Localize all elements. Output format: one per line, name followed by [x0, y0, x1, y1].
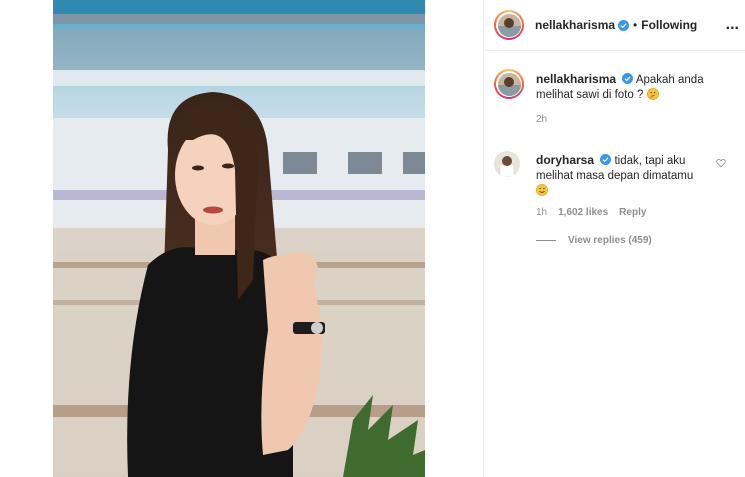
author-avatar[interactable]: [494, 10, 524, 40]
caption-author-avatar[interactable]: [494, 69, 524, 99]
avatar-image: [494, 151, 520, 177]
heart-icon[interactable]: [716, 158, 726, 168]
reply-button[interactable]: Reply: [619, 207, 646, 218]
commenter-avatar[interactable]: [494, 151, 520, 177]
verified-badge-icon: [622, 73, 634, 84]
comment-meta: 1h 1,602 likes Reply: [536, 207, 646, 218]
author-username[interactable]: nellakharisma: [535, 18, 615, 32]
post-side-panel: nellakharisma • Following ... nellakhari…: [484, 0, 745, 477]
post-photo[interactable]: [53, 0, 425, 477]
separator-dot: •: [633, 18, 638, 32]
comment-timestamp[interactable]: 1h: [536, 207, 547, 218]
avatar-image: [497, 13, 521, 37]
commenter-username[interactable]: doryharsa: [536, 153, 594, 167]
verified-badge-icon: [618, 19, 630, 31]
avatar-image: [497, 72, 521, 96]
following-button[interactable]: Following: [641, 18, 697, 32]
view-replies[interactable]: View replies (459): [536, 235, 652, 246]
smiling-face-emoji: [536, 184, 548, 196]
caption-timestamp[interactable]: 2h: [536, 114, 547, 125]
caption-author-username[interactable]: nellakharisma: [536, 72, 616, 86]
verified-badge-icon: [600, 154, 612, 165]
comment-likes[interactable]: 1,602 likes: [558, 207, 608, 218]
post-photo-image: [53, 0, 425, 477]
post-header: nellakharisma • Following ...: [484, 0, 745, 51]
replies-divider-line: [536, 240, 556, 241]
more-options-icon[interactable]: ...: [726, 16, 739, 34]
thinking-face-emoji: [646, 88, 659, 100]
view-replies-label[interactable]: View replies (459): [568, 235, 652, 246]
